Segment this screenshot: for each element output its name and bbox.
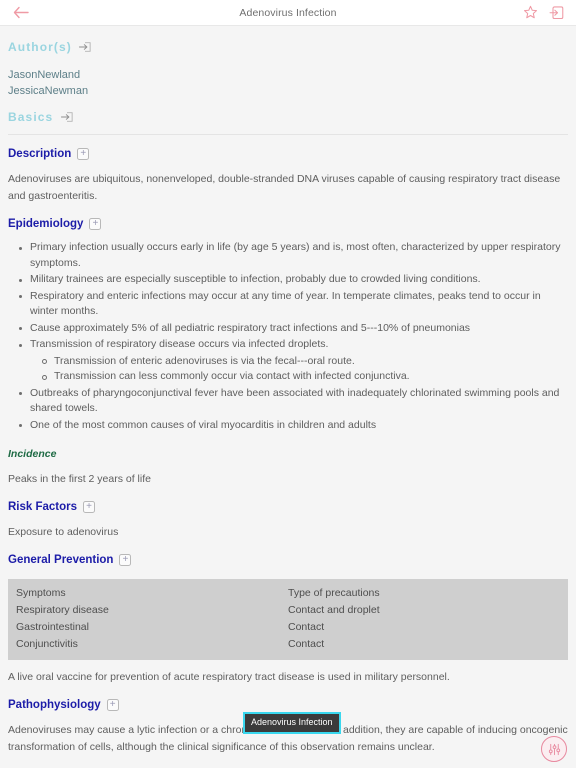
section-title: Description — [8, 148, 72, 160]
list-item: Transmission of respiratory disease occu… — [8, 337, 568, 385]
plus-icon: + — [122, 554, 129, 565]
list-item: Primary infection usually occurs early i… — [8, 240, 568, 271]
authors-list: JasonNewland JessicaNewman — [8, 57, 568, 99]
export-icon — [549, 5, 564, 19]
list-item: Cause approximately 5% of all pediatric … — [8, 321, 568, 337]
list-item: One of the most common causes of viral m… — [8, 418, 568, 434]
arrow-into-box-icon — [79, 42, 92, 52]
epidemiology-bullet-list: Primary infection usually occurs early i… — [8, 232, 568, 433]
group-header-basics-label: Basics — [8, 110, 54, 124]
cell-precaution: Contact and droplet — [288, 604, 380, 616]
back-button[interactable] — [10, 3, 32, 23]
incidence-body: Peaks in the first 2 years of life — [8, 473, 151, 485]
sub-bullet-text: Transmission of enteric adenoviruses is … — [54, 354, 355, 367]
cell-precaution: Contact — [288, 638, 325, 650]
plus-icon: + — [92, 218, 99, 229]
bullet-text: Cause approximately 5% of all pediatric … — [30, 321, 471, 334]
page-title: Adenovirus Infection — [239, 6, 337, 19]
general-prevention-note: A live oral vaccine for prevention of ac… — [8, 671, 450, 683]
section-title: Epidemiology — [8, 218, 84, 230]
bullet-text: Military trainees are especially suscept… — [30, 273, 481, 285]
section-title: Pathophysiology — [8, 699, 101, 711]
table-header-row: Symptoms Type of precautions — [8, 585, 568, 602]
sub-bullet-text: Transmission can less commonly occur via… — [54, 370, 410, 382]
column-header-precautions: Type of precautions — [288, 587, 380, 599]
plus-icon: + — [80, 148, 87, 159]
back-arrow-icon — [13, 6, 29, 19]
general-prevention-info-badge[interactable]: + — [119, 554, 132, 566]
description-info-badge[interactable]: + — [77, 148, 90, 160]
list-item: Respiratory and enteric infections may o… — [8, 289, 568, 320]
bullet-text: Respiratory and enteric infections may o… — [30, 289, 541, 318]
group-header-authors[interactable]: Author(s) — [8, 26, 568, 57]
column-header-symptoms: Symptoms — [16, 587, 66, 599]
tooltip: Adenovirus Infection — [243, 712, 341, 734]
precautions-table: Symptoms Type of precautions Respiratory… — [8, 579, 568, 660]
section-heading-pathophysiology: Pathophysiology + — [8, 686, 568, 713]
bullet-text: Transmission of respiratory disease occu… — [30, 338, 329, 350]
bullet-text: Outbreaks of pharyngoconjunctival fever … — [30, 386, 560, 415]
section-heading-epidemiology: Epidemiology + — [8, 205, 568, 232]
section-heading-risk-factors: Risk Factors + — [8, 488, 568, 515]
section-heading-description: Description + — [8, 135, 568, 162]
bullet-text: One of the most common causes of viral m… — [30, 418, 377, 431]
basics-export-icon[interactable] — [59, 111, 74, 124]
top-bar: Adenovirus Infection — [0, 0, 576, 26]
sub-bullet-list: Transmission of enteric adenoviruses is … — [30, 354, 568, 385]
author-name: JasonNewland — [8, 69, 81, 81]
table-row: Conjunctivitis Contact — [8, 636, 568, 653]
sub-list-item: Transmission of enteric adenoviruses is … — [30, 354, 568, 370]
cell-symptom: Respiratory disease — [16, 604, 109, 616]
sliders-icon — [548, 743, 560, 755]
table-row: Respiratory disease Contact and droplet — [8, 602, 568, 619]
subsection-heading-incidence: Incidence — [8, 448, 57, 460]
section-heading-general-prevention: General Prevention + — [8, 541, 568, 568]
plus-icon: + — [109, 699, 116, 710]
cell-symptom: Conjunctivitis — [16, 638, 78, 650]
arrow-into-box-icon — [60, 112, 73, 122]
settings-fab-button[interactable] — [541, 736, 567, 762]
cell-symptom: Gastrointestinal — [16, 621, 89, 633]
epidemiology-info-badge[interactable]: + — [89, 218, 102, 230]
pathophysiology-info-badge[interactable]: + — [106, 699, 119, 711]
list-item: Outbreaks of pharyngoconjunctival fever … — [8, 386, 568, 417]
export-button[interactable] — [548, 4, 566, 22]
article-content: Author(s) JasonNewland JessicaNewman Bas… — [0, 26, 576, 768]
list-item: Military trainees are especially suscept… — [8, 272, 568, 288]
section-title: Risk Factors — [8, 501, 78, 513]
favorite-button[interactable] — [521, 4, 539, 22]
cell-precaution: Contact — [288, 621, 325, 633]
description-body: Adenoviruses are ubiquitous, nonenvelope… — [8, 173, 561, 202]
star-icon — [523, 5, 537, 19]
top-bar-actions — [521, 4, 566, 22]
authors-export-icon[interactable] — [78, 41, 93, 54]
section-title: General Prevention — [8, 554, 114, 566]
bullet-text: Primary infection usually occurs early i… — [30, 241, 561, 269]
group-header-authors-label: Author(s) — [8, 40, 72, 54]
risk-factors-info-badge[interactable]: + — [83, 501, 96, 513]
group-header-basics[interactable]: Basics — [8, 99, 568, 127]
section-heading-etiology: Etiology and Pathophysiology + — [8, 756, 568, 768]
author-name: JessicaNewman — [8, 84, 89, 97]
plus-icon: + — [86, 501, 92, 512]
sub-list-item: Transmission can less commonly occur via… — [30, 369, 568, 385]
risk-factors-body: Exposure to adenovirus — [8, 526, 119, 538]
table-row: Gastrointestinal Contact — [8, 619, 568, 636]
